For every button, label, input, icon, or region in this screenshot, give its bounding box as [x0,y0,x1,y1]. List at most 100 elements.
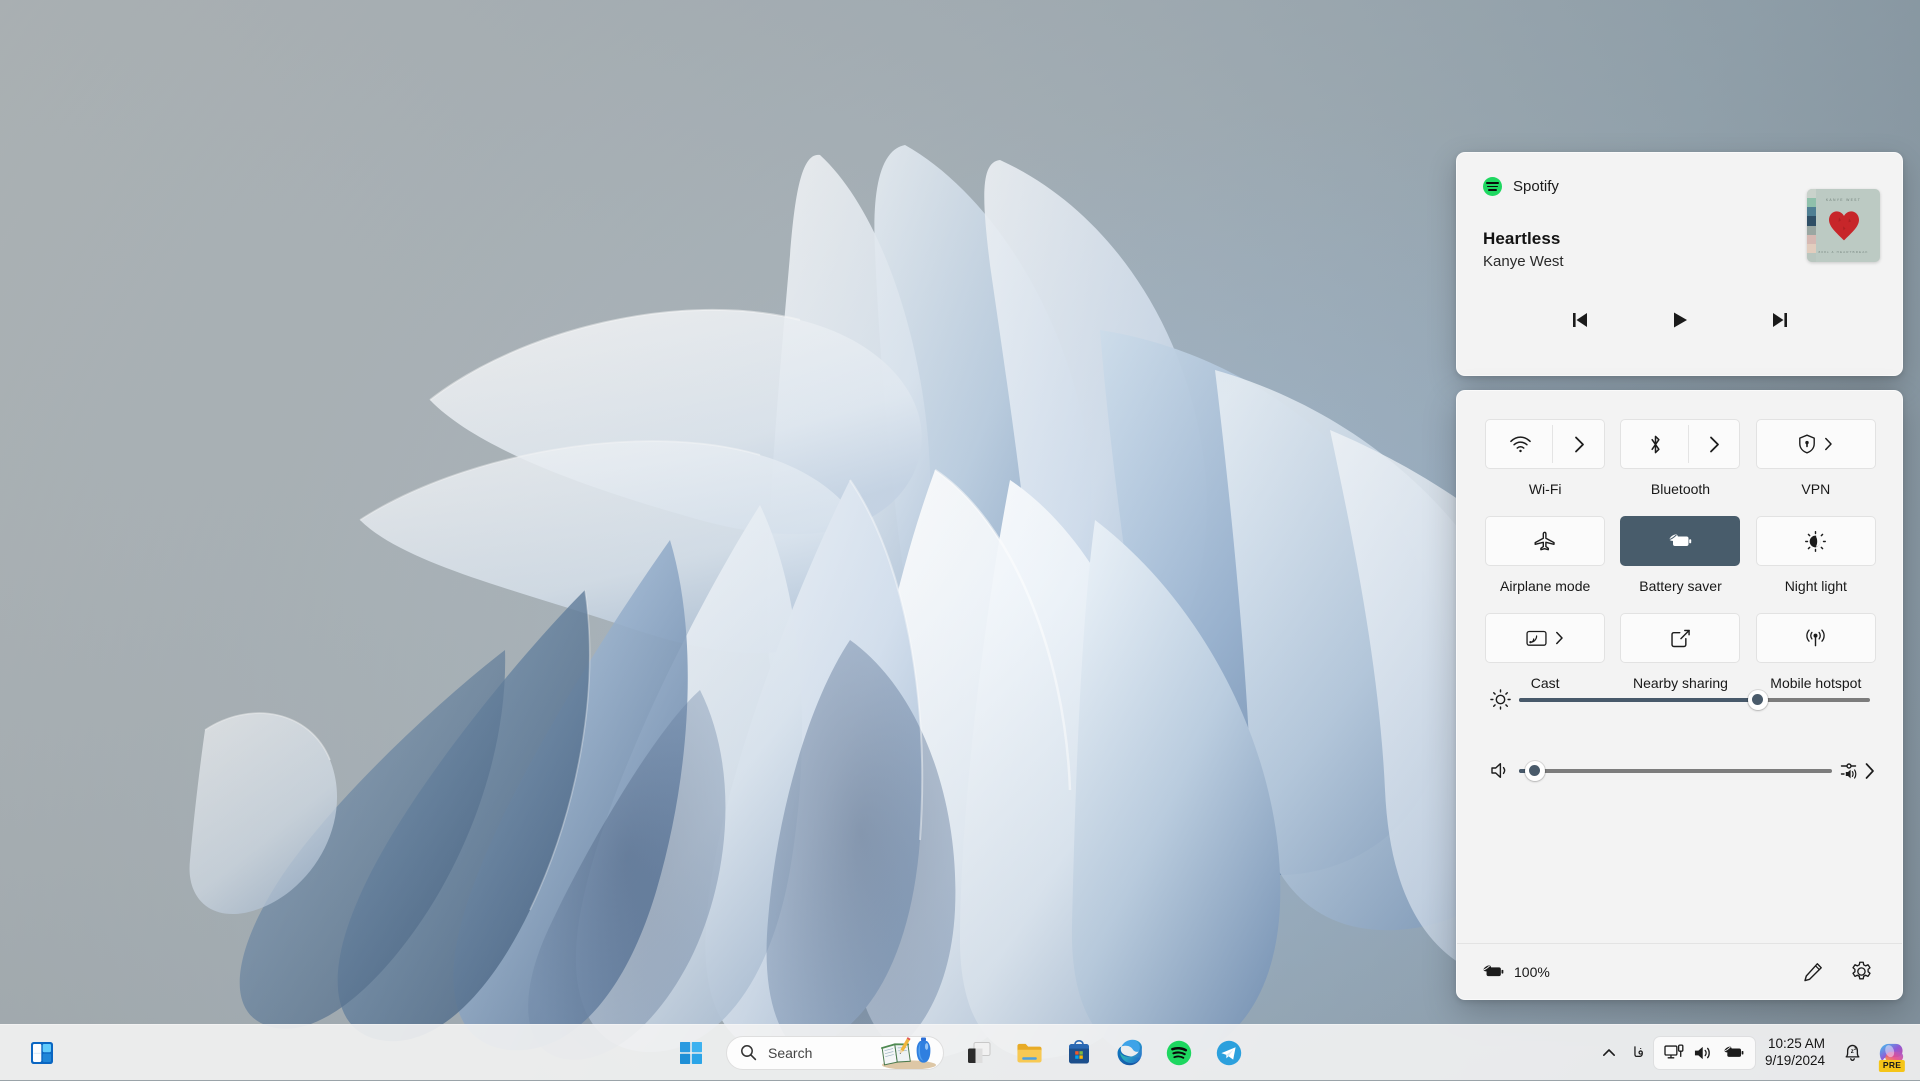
clock-button[interactable]: 10:25 AM 9/19/2024 [1755,1036,1835,1068]
quick-settings-tray-button[interactable] [1654,1037,1755,1069]
previous-track-button[interactable] [1563,305,1597,335]
battery-percentage: 100% [1514,964,1550,980]
play-button[interactable] [1663,305,1697,335]
vpn-chevron-right-icon [1824,437,1833,451]
quick-settings-tile-grid: Wi-Fi Bluetooth [1485,419,1876,706]
file-explorer-button[interactable] [1006,1031,1052,1075]
search-icon [740,1044,757,1061]
media-track-artist: Kanye West [1483,253,1564,270]
widgets-icon [29,1040,55,1066]
volume-slider-row [1485,761,1876,780]
quick-setting-bluetooth: Bluetooth [1620,419,1740,497]
spotify-button[interactable] [1156,1031,1202,1075]
media-app-header: Spotify [1483,177,1559,196]
spotify-icon [1483,177,1502,196]
spotify-icon [1166,1040,1192,1066]
media-app-name: Spotify [1513,178,1559,195]
wifi-chevron-right-icon[interactable] [1555,436,1605,453]
media-controls [1457,305,1902,335]
telegram-icon [1216,1040,1242,1066]
notification-button[interactable]: z z [1835,1034,1870,1072]
gear-icon [1851,961,1872,982]
bluetooth-tile[interactable] [1620,419,1740,469]
speaker-icon [1485,761,1515,780]
battery-saver-icon [1481,963,1505,980]
brightness-slider-fill [1519,698,1758,702]
battery-saver-tile[interactable] [1620,516,1740,566]
search-illustration-icon [879,1036,941,1069]
tray-date: 9/19/2024 [1765,1053,1825,1069]
airplane-mode-tile[interactable] [1485,516,1605,566]
volume-icon [1693,1044,1713,1062]
start-button[interactable] [668,1031,714,1075]
brightness-slider-thumb[interactable] [1748,690,1768,710]
wifi-label: Wi-Fi [1529,481,1562,497]
copilot-button[interactable]: PRE [1870,1033,1912,1073]
edit-quick-settings-button[interactable] [1796,957,1830,987]
vpn-tile[interactable] [1756,419,1876,469]
nearby-sharing-tile[interactable] [1620,613,1740,663]
cast-chevron-right-icon [1555,631,1564,645]
skip-next-icon [1770,310,1790,330]
skip-previous-icon [1570,310,1590,330]
album-art-top-text: KANYE WEST [1807,198,1880,202]
volume-slider[interactable] [1519,769,1832,773]
airplane-icon [1534,531,1556,551]
folder-icon [1016,1041,1043,1065]
album-art-heart-icon [1827,209,1861,241]
battery-saver-icon [1667,532,1693,550]
wifi-tile[interactable] [1485,419,1605,469]
quick-settings-footer: 100% [1457,943,1902,999]
windows-start-icon [679,1041,703,1065]
language-indicator[interactable]: فا [1623,1034,1654,1072]
pencil-icon [1803,962,1823,982]
quick-setting-battery-saver: Battery saver [1620,516,1740,594]
taskbar-center-group: Search [668,1031,1252,1075]
volume-mixer-icon[interactable] [1840,761,1862,780]
quick-setting-airplane-mode: Airplane mode [1485,516,1605,594]
store-icon [1067,1040,1091,1065]
search-box[interactable]: Search [726,1036,944,1070]
battery-saver-icon [1722,1044,1745,1061]
album-art: KANYE WEST 808s & HEARTBREAK [1807,189,1880,262]
battery-saver-label: Battery saver [1639,578,1721,594]
mobile-hotspot-icon [1804,629,1827,648]
media-flyout[interactable]: Spotify Heartless Kanye West KANYE WEST … [1456,152,1903,376]
airplane-mode-label: Airplane mode [1500,578,1590,594]
bluetooth-icon [1621,434,1689,455]
quick-setting-cast: Cast [1485,613,1605,691]
settings-button[interactable] [1844,957,1878,987]
next-track-button[interactable] [1763,305,1797,335]
bell-dnd-icon: z z [1842,1042,1863,1063]
night-light-tile[interactable] [1756,516,1876,566]
cast-icon [1526,630,1547,647]
quick-setting-vpn: VPN [1756,419,1876,497]
night-light-label: Night light [1785,578,1847,594]
quick-settings-panel[interactable]: Wi-Fi Bluetooth [1456,390,1903,1000]
quick-setting-nearby-sharing: Nearby sharing [1620,613,1740,691]
microsoft-edge-button[interactable] [1106,1031,1152,1075]
microsoft-store-button[interactable] [1056,1031,1102,1075]
bluetooth-chevron-right-icon[interactable] [1690,436,1740,453]
quick-setting-night-light: Night light [1756,516,1876,594]
media-track-title: Heartless [1483,229,1560,249]
battery-status[interactable]: 100% [1481,963,1550,980]
cast-tile[interactable] [1485,613,1605,663]
search-placeholder: Search [768,1045,812,1061]
wifi-icon [1486,436,1554,453]
volume-chevron-right-icon[interactable] [1864,762,1876,780]
mobile-hotspot-tile[interactable] [1756,613,1876,663]
volume-slider-thumb[interactable] [1525,761,1545,781]
network-icon [1664,1044,1684,1062]
brightness-slider[interactable] [1519,698,1870,702]
telegram-button[interactable] [1206,1031,1252,1075]
nearby-sharing-icon [1670,628,1691,648]
task-view-icon [966,1041,992,1065]
widgets-button[interactable] [22,1033,62,1073]
vpn-shield-icon [1798,434,1816,454]
taskbar[interactable]: Search [0,1024,1920,1080]
tray-overflow-button[interactable] [1595,1034,1623,1072]
bluetooth-label: Bluetooth [1651,481,1710,497]
chevron-up-icon [1602,1046,1616,1060]
task-view-button[interactable] [956,1031,1002,1075]
